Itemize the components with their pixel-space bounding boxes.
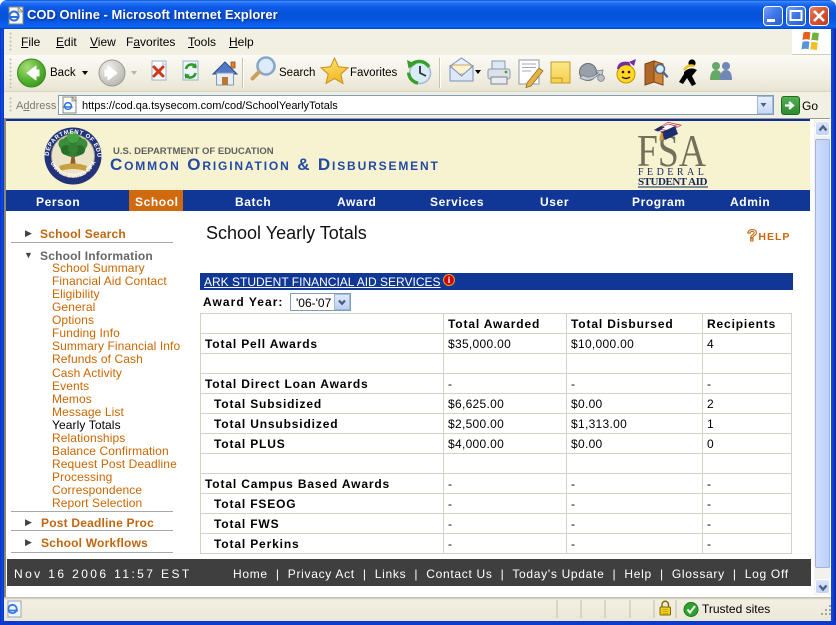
svg-text:STUDENT AID: STUDENT AID (638, 176, 708, 188)
